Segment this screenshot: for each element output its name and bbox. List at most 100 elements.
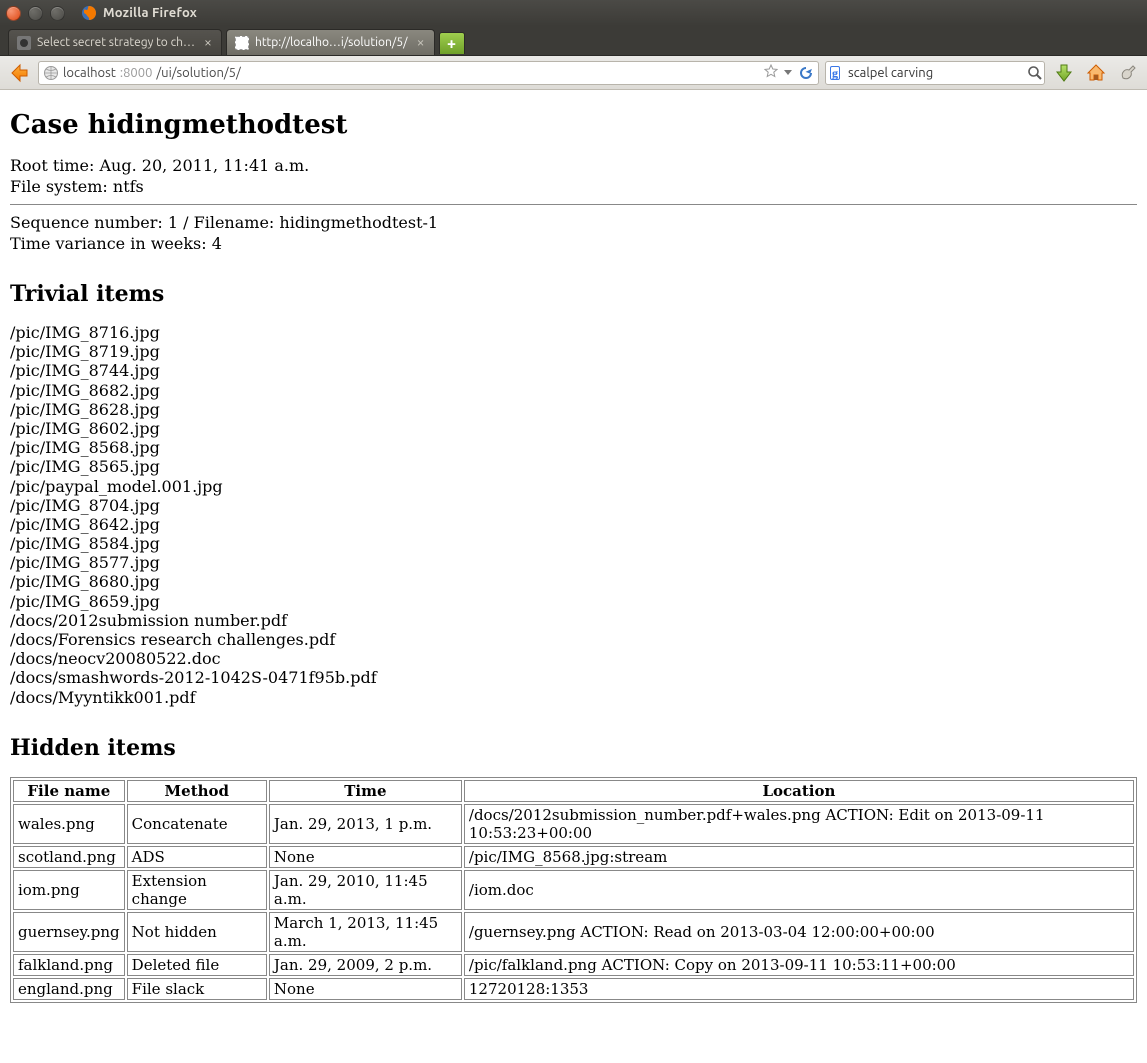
trivial-item: /pic/paypal_model.001.jpg <box>10 477 1137 496</box>
col-method: Method <box>127 780 267 802</box>
reload-button[interactable] <box>798 65 814 81</box>
trivial-item: /pic/IMG_8682.jpg <box>10 381 1137 400</box>
urlbar-history-dropdown-icon[interactable] <box>784 70 792 75</box>
cell-file: iom.png <box>13 870 125 910</box>
trivial-item: /docs/Myyntikk001.pdf <box>10 688 1137 707</box>
cell-method: ADS <box>127 846 267 868</box>
cell-file: guernsey.png <box>13 912 125 952</box>
cell-location: /guernsey.png ACTION: Read on 2013-03-04… <box>464 912 1134 952</box>
cell-file: wales.png <box>13 804 125 844</box>
trivial-heading: Trivial items <box>10 281 1137 307</box>
table-row: iom.pngExtension changeJan. 29, 2010, 11… <box>13 870 1134 910</box>
trivial-item: /pic/IMG_8602.jpg <box>10 419 1137 438</box>
url-host: localhost <box>63 66 116 80</box>
tab-close-icon[interactable]: × <box>201 36 215 50</box>
trivial-item: /pic/IMG_8577.jpg <box>10 553 1137 572</box>
filesystem-line: File system: ntfs <box>10 177 1137 196</box>
root-time-line: Root time: Aug. 20, 2011, 11:41 a.m. <box>10 156 1137 175</box>
table-row: england.pngFile slackNone12720128:1353 <box>13 978 1134 1000</box>
search-engine-icon[interactable]: g <box>830 65 840 81</box>
tab-favicon-icon <box>17 36 31 50</box>
table-row: wales.pngConcatenateJan. 29, 2013, 1 p.m… <box>13 804 1134 844</box>
col-location: Location <box>464 780 1134 802</box>
table-header-row: File name Method Time Location <box>13 780 1134 802</box>
tab-label: Select secret strategy to ch… <box>37 36 195 49</box>
addon-button[interactable] <box>1115 60 1141 86</box>
content-area: Case hidingmethodtest Root time: Aug. 20… <box>0 90 1147 1063</box>
tab-label: http://localho…i/solution/5/ <box>255 36 408 49</box>
cell-method: File slack <box>127 978 267 1000</box>
trivial-item: /pic/IMG_8565.jpg <box>10 457 1137 476</box>
cell-time: Jan. 29, 2010, 11:45 a.m. <box>269 870 462 910</box>
cell-time: None <box>269 846 462 868</box>
trivial-item: /pic/IMG_8642.jpg <box>10 515 1137 534</box>
trivial-item: /pic/IMG_8744.jpg <box>10 361 1137 380</box>
trivial-item: /pic/IMG_8568.jpg <box>10 438 1137 457</box>
cell-time: None <box>269 978 462 1000</box>
cell-method: Extension change <box>127 870 267 910</box>
cell-file: england.png <box>13 978 125 1000</box>
trivial-item: /docs/smashwords-2012-1042S-0471f95b.pdf <box>10 668 1137 687</box>
trivial-item: /pic/IMG_8704.jpg <box>10 496 1137 515</box>
table-row: falkland.pngDeleted fileJan. 29, 2009, 2… <box>13 954 1134 976</box>
cell-time: March 1, 2013, 11:45 a.m. <box>269 912 462 952</box>
page-viewport[interactable]: Case hidingmethodtest Root time: Aug. 20… <box>0 90 1147 1063</box>
separator <box>10 204 1137 205</box>
trivial-item: /pic/IMG_8716.jpg <box>10 323 1137 342</box>
trivial-item: /docs/2012submission number.pdf <box>10 611 1137 630</box>
back-button[interactable] <box>6 60 32 86</box>
window-maximize-button[interactable] <box>50 6 65 21</box>
col-file: File name <box>13 780 125 802</box>
cell-file: scotland.png <box>13 846 125 868</box>
browser-tab[interactable]: Select secret strategy to ch… × <box>8 29 222 55</box>
cell-file: falkland.png <box>13 954 125 976</box>
trivial-item: /pic/IMG_8584.jpg <box>10 534 1137 553</box>
cell-time: Jan. 29, 2013, 1 p.m. <box>269 804 462 844</box>
cell-location: /docs/2012submission_number.pdf+wales.pn… <box>464 804 1134 844</box>
window-titlebar: Mozilla Firefox <box>0 0 1147 26</box>
cell-method: Deleted file <box>127 954 267 976</box>
window-controls <box>6 6 65 21</box>
tab-strip: Select secret strategy to ch… × http://l… <box>0 26 1147 56</box>
table-row: guernsey.pngNot hiddenMarch 1, 2013, 11:… <box>13 912 1134 952</box>
cell-method: Not hidden <box>127 912 267 952</box>
firefox-icon <box>81 5 97 21</box>
trivial-items-list: /pic/IMG_8716.jpg/pic/IMG_8719.jpg/pic/I… <box>10 323 1137 707</box>
sequence-line: Sequence number: 1 / Filename: hidingmet… <box>10 213 1137 232</box>
trivial-item: /pic/IMG_8659.jpg <box>10 592 1137 611</box>
cell-location: 12720128:1353 <box>464 978 1134 1000</box>
navigation-toolbar: localhost :8000/ui/solution/5/ g <box>0 56 1147 90</box>
hidden-heading: Hidden items <box>10 735 1137 761</box>
url-port: :8000 <box>120 66 153 80</box>
cell-time: Jan. 29, 2009, 2 p.m. <box>269 954 462 976</box>
window-title: Mozilla Firefox <box>103 6 197 20</box>
trivial-item: /pic/IMG_8628.jpg <box>10 400 1137 419</box>
browser-tab[interactable]: http://localho…i/solution/5/ × <box>226 29 435 55</box>
url-path: /ui/solution/5/ <box>156 66 240 80</box>
cell-location: /pic/IMG_8568.jpg:stream <box>464 846 1134 868</box>
url-bar[interactable]: localhost :8000/ui/solution/5/ <box>38 61 819 85</box>
bookmark-star-icon[interactable] <box>764 64 778 81</box>
cell-location: /iom.doc <box>464 870 1134 910</box>
home-button[interactable] <box>1083 60 1109 86</box>
table-row: scotland.pngADSNone/pic/IMG_8568.jpg:str… <box>13 846 1134 868</box>
variance-line: Time variance in weeks: 4 <box>10 234 1137 253</box>
trivial-item: /docs/neocv20080522.doc <box>10 649 1137 668</box>
cell-method: Concatenate <box>127 804 267 844</box>
site-identity-icon[interactable] <box>43 65 59 81</box>
trivial-item: /pic/IMG_8680.jpg <box>10 572 1137 591</box>
search-input[interactable] <box>846 65 1021 81</box>
new-tab-button[interactable]: + <box>439 32 465 54</box>
search-go-button[interactable] <box>1027 65 1043 81</box>
tab-favicon-icon <box>235 36 249 50</box>
cell-location: /pic/falkland.png ACTION: Copy on 2013-0… <box>464 954 1134 976</box>
tab-close-icon[interactable]: × <box>414 36 428 50</box>
window-close-button[interactable] <box>6 6 21 21</box>
trivial-item: /docs/Forensics research challenges.pdf <box>10 630 1137 649</box>
search-bar[interactable]: g <box>825 61 1045 85</box>
col-time: Time <box>269 780 462 802</box>
window-minimize-button[interactable] <box>28 6 43 21</box>
hidden-items-table: File name Method Time Location wales.png… <box>10 777 1137 1003</box>
downloads-button[interactable] <box>1051 60 1077 86</box>
page-heading: Case hidingmethodtest <box>10 110 1137 140</box>
